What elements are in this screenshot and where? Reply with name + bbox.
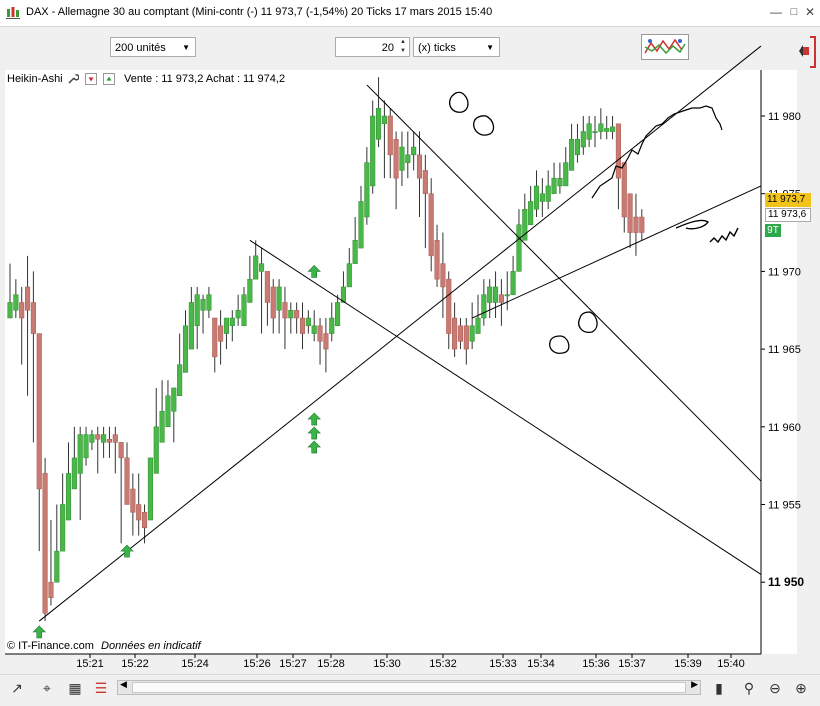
app-chart-icon [6,7,20,19]
ticks-count-value: 20 [381,42,394,54]
price-axis-area[interactable] [761,70,797,654]
scroll-right-icon[interactable]: ▶ [691,679,698,690]
window-title: DAX - Allemagne 30 au comptant (Mini-con… [26,6,493,18]
ticks-unit-value: (x) ticks [418,42,456,54]
right-side-panel [797,27,820,667]
last-price-tag: 11 973,7 [765,193,811,207]
x-tick-label: 15:36 [582,658,610,670]
zoom-fit-icon[interactable]: ⚲ [740,679,758,697]
indicators-icon [644,38,686,55]
close-icon[interactable]: ✕ [802,4,818,20]
zoom-out-icon[interactable]: ⊖ [766,679,784,697]
last-price-value: 11 973,7 [767,194,806,205]
table-icon[interactable]: ▦ [66,679,84,697]
chart-zoom-icon[interactable]: ↗ [8,679,26,697]
x-tick-label: 15:24 [181,658,209,670]
x-tick-label: 15:34 [527,658,555,670]
spinner-icon[interactable]: ▲ ▼ [397,38,409,56]
minimize-icon[interactable]: — [768,4,784,20]
chevron-down-icon: ▼ [486,43,494,52]
bid-price-tag: 11 973,6 [765,208,811,222]
side-tools-icon[interactable] [797,33,819,73]
horizontal-scrollbar[interactable]: ◀ ▶ [117,679,701,695]
scrollbar-thumb[interactable] [132,682,686,693]
x-tick-label: 15:33 [489,658,517,670]
wrench-icon[interactable] [67,73,79,85]
crosshair-icon[interactable]: ⌖ [38,679,56,697]
ticks-count-input[interactable]: 20 ▲ ▼ [335,37,410,57]
ticks-remaining-value: 9T [767,225,779,236]
indicator-list-icon[interactable]: ☰ [92,679,110,697]
units-select[interactable]: 200 unités ▼ [110,37,196,57]
scroll-left-icon[interactable]: ◀ [120,679,127,690]
x-tick-label: 15:26 [243,658,271,670]
x-tick-label: 15:22 [121,658,149,670]
maximize-icon[interactable]: □ [786,4,802,20]
arrow-up-icon[interactable] [103,73,115,85]
title-bar: DAX - Allemagne 30 au comptant (Mini-con… [0,0,820,27]
x-tick-label: 15:39 [674,658,702,670]
chart-plot-area[interactable] [5,70,761,654]
chart-style-label[interactable]: Heikin-Ashi [7,73,63,85]
bid-ask-quote: Vente : 11 973,2 Achat : 11 974,2 [124,73,286,85]
copyright-notice: © IT-Finance.com Données en indicatif [7,640,201,652]
zoom-in-icon[interactable]: ⊕ [792,679,810,697]
x-tick-label: 15:40 [717,658,745,670]
indicative-note: Données en indicatif [101,640,201,652]
x-tick-label: 15:21 [76,658,104,670]
arrow-down-icon[interactable] [85,73,97,85]
units-select-value: 200 unités [115,42,166,54]
ticks-remaining-tag: 9T [765,224,781,237]
ticks-unit-select[interactable]: (x) ticks ▼ [413,37,500,57]
x-tick-label: 15:32 [429,658,457,670]
x-tick-label: 15:37 [618,658,646,670]
end-marker-icon[interactable]: ▮ [710,679,728,697]
copyright-text: © IT-Finance.com [7,640,94,652]
bid-price-value: 11 973,6 [768,209,807,220]
x-tick-label: 15:30 [373,658,401,670]
chevron-down-icon: ▼ [182,43,190,52]
x-tick-label: 15:27 [279,658,307,670]
x-tick-label: 15:28 [317,658,345,670]
indicators-button[interactable] [641,34,689,60]
